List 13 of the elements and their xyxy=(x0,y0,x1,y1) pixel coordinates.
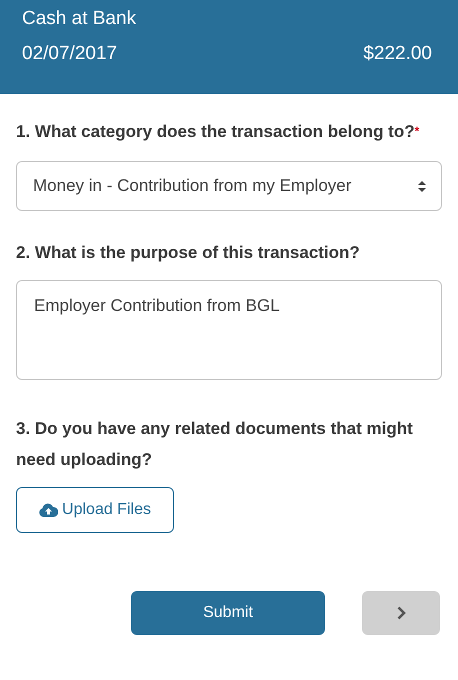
cloud-upload-icon xyxy=(39,503,58,517)
submit-button[interactable]: Submit xyxy=(131,591,325,635)
account-title: Cash at Bank xyxy=(22,7,138,31)
chevron-right-icon xyxy=(396,606,406,620)
question-label: 3. Do you have any related documents that might need uploading? xyxy=(16,418,414,471)
transaction-date: 02/07/2017 xyxy=(22,42,118,66)
question-label: 1. What category does the transaction belong to?* xyxy=(16,121,420,143)
purpose-field[interactable]: Employer Contribution from BGL xyxy=(16,280,442,380)
category-select[interactable]: Money in - Contribution from my Employer xyxy=(16,161,442,211)
question-label: 2. What is the purpose of this transaction? xyxy=(16,242,361,264)
sort-icon xyxy=(417,180,427,192)
upload-files-button[interactable]: Upload Files xyxy=(16,487,174,533)
transaction-amount: $222.00 xyxy=(363,42,433,66)
